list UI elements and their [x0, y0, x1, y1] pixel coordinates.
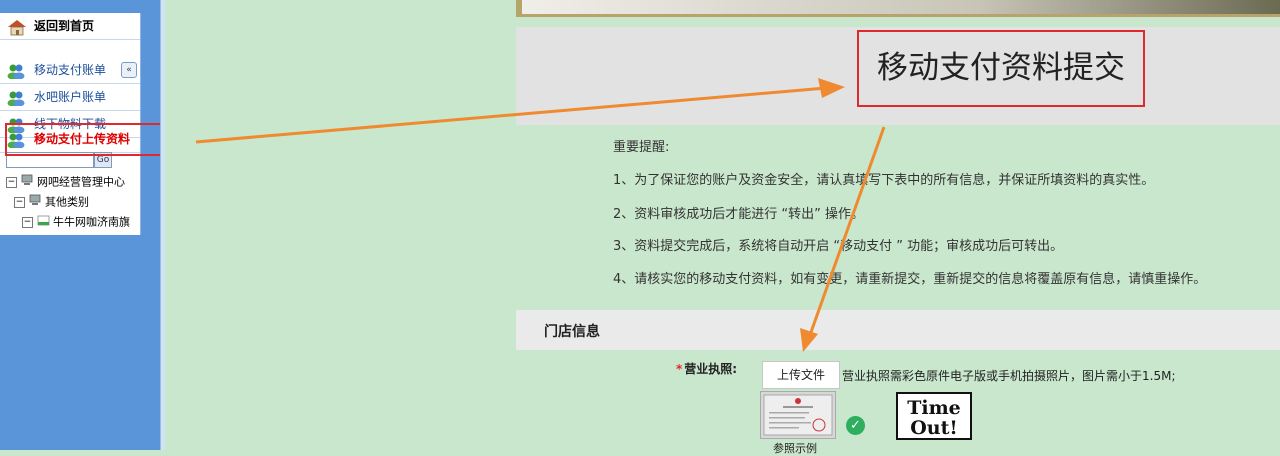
- tree-toggle[interactable]: −: [22, 217, 33, 228]
- business-license-label: * 营业执照:: [676, 360, 737, 377]
- frame-splitter[interactable]: [160, 0, 165, 450]
- computer-icon: [29, 194, 43, 211]
- top-banner-image: [522, 0, 1280, 14]
- sidebar-item-mobile-pay-bill[interactable]: 移动支付账单 «: [0, 57, 140, 84]
- logo-text-bottom: Out!: [910, 417, 957, 438]
- tree-node-other[interactable]: − 其他类别: [14, 194, 89, 210]
- notice-line-4: 4、请核实您的移动支付资料，如有变更，请重新提交，重新提交的信息将覆盖原有信息，…: [613, 272, 1207, 287]
- users-icon: [6, 89, 25, 107]
- tree-node-label: 牛牛网咖济南旗: [53, 215, 130, 229]
- business-license-label-text: 营业执照:: [684, 362, 738, 376]
- store-icon: [37, 214, 51, 231]
- tree-node-root[interactable]: − 网吧经营管理中心: [6, 174, 125, 190]
- users-icon: [6, 62, 25, 80]
- upload-file-button[interactable]: 上传文件: [762, 361, 840, 389]
- notice-line-1: 1、为了保证您的账户及资金安全，请认真填写下表中的所有信息，并保证所填资料的真实…: [613, 173, 1155, 188]
- tree-toggle[interactable]: −: [14, 197, 25, 208]
- sidebar-item-label: 返回到首页: [34, 19, 95, 33]
- sidebar-item-label: 移动支付账单: [34, 63, 107, 77]
- tree-toggle[interactable]: −: [6, 177, 17, 188]
- store-info-header: [516, 310, 1280, 350]
- license-hint: 营业执照需彩色原件电子版或手机拍摄照片，图片需小于1.5M;: [842, 369, 1176, 383]
- logo-text-top: Time: [907, 397, 961, 419]
- sample-label: 参照示例: [773, 442, 817, 455]
- sidebar-item-label: 水吧账户账单: [34, 90, 107, 104]
- computer-icon: [21, 174, 35, 191]
- sample-license-image[interactable]: [760, 391, 836, 439]
- house-icon: [6, 18, 26, 36]
- tree-node-store[interactable]: − 牛牛网咖济南旗: [22, 214, 130, 230]
- sidebar-item-home[interactable]: 返回到首页: [0, 13, 140, 40]
- tree-node-label: 网吧经营管理中心: [37, 175, 125, 189]
- page-title: 移动支付资料提交: [877, 50, 1125, 86]
- sidebar-item-water-bar-bill[interactable]: 水吧账户账单: [0, 84, 140, 111]
- page-title-highlight-box: 移动支付资料提交: [857, 30, 1145, 107]
- notice-title: 重要提醒:: [613, 140, 670, 155]
- annotation-highlight-box: [5, 123, 165, 156]
- check-icon: ✓: [846, 416, 865, 435]
- notice-line-3: 3、资料提交完成后，系统将自动开启 “移动支付 ” 功能；审核成功后可转出。: [613, 239, 1064, 254]
- required-mark: *: [676, 362, 683, 376]
- collapse-icon[interactable]: «: [121, 62, 137, 78]
- timeout-logo: Time Out!: [896, 392, 972, 440]
- notice-line-2: 2、资料审核成功后才能进行 “转出” 操作。: [613, 207, 865, 222]
- store-info-title: 门店信息: [544, 324, 600, 340]
- annotation-arrow-to-upload: [808, 126, 886, 336]
- tree-node-label: 其他类别: [45, 195, 89, 209]
